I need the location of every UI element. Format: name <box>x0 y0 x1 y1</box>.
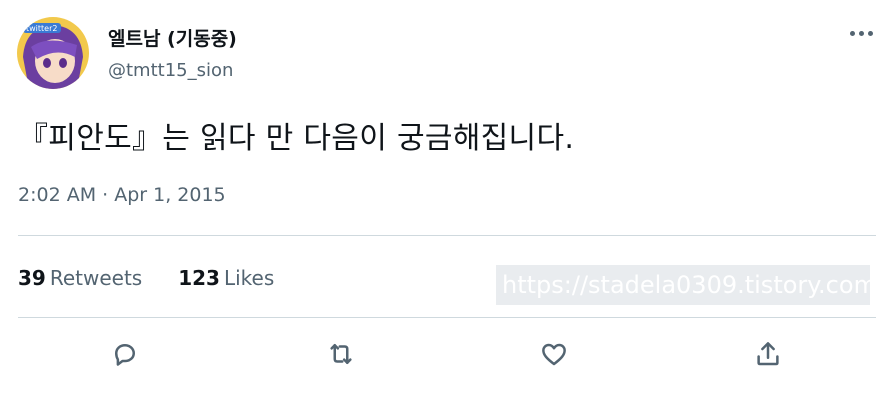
retweets-count: 39 <box>18 266 46 290</box>
more-dot <box>849 30 855 36</box>
tweet-text: 『피안도』는 읽다 만 다음이 궁금해집니다. <box>18 121 575 156</box>
likes-count: 123 <box>178 266 220 290</box>
reply-icon[interactable] <box>107 336 143 372</box>
more-dot <box>867 30 873 36</box>
avatar[interactable]: twitter2 <box>17 17 89 89</box>
divider <box>18 317 876 318</box>
likes-stat[interactable]: 123 Likes <box>178 266 274 290</box>
share-icon[interactable] <box>750 336 786 372</box>
likes-label: Likes <box>223 266 275 290</box>
retweet-icon[interactable] <box>323 336 359 372</box>
display-name[interactable]: 엘트남 (기동중) <box>108 24 237 51</box>
tweet-stats: 39 Retweets 123 Likes <box>18 266 274 290</box>
watermark: https://stadela0309.tistory.com <box>496 265 870 305</box>
tweet-timestamp[interactable]: 2:02 AM · Apr 1, 2015 <box>18 184 226 206</box>
retweets-stat[interactable]: 39 Retweets <box>18 266 142 290</box>
retweets-label: Retweets <box>49 266 143 290</box>
avatar-badge-text: twitter2 <box>26 24 57 33</box>
more-dot <box>858 30 864 36</box>
more-icon[interactable] <box>846 20 876 46</box>
like-icon[interactable] <box>536 336 572 372</box>
user-handle[interactable]: @tmtt15_sion <box>108 60 233 81</box>
divider <box>18 235 876 236</box>
